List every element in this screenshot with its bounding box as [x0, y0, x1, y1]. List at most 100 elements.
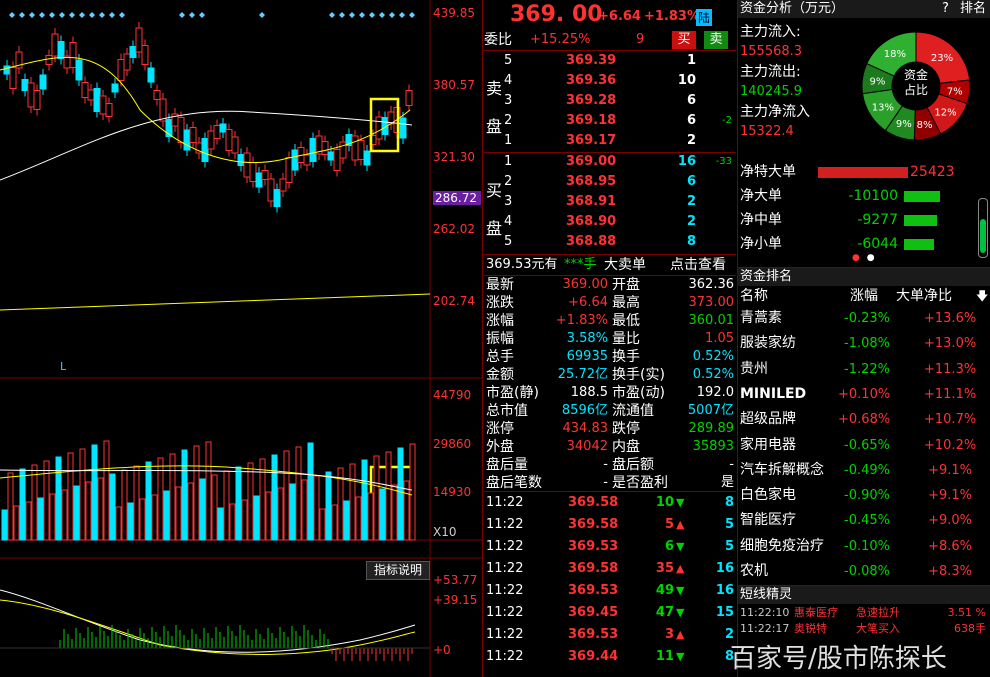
col-net[interactable]: 大单净比 [896, 285, 952, 307]
sector-name: 贵州 [740, 360, 768, 377]
page-dot-active[interactable]: ● [852, 253, 860, 263]
candle [279, 178, 287, 192]
shortline-row[interactable]: 11:22:17 奥锐特 大笔买入 638手 [738, 621, 990, 636]
ranking-row[interactable]: 白色家电 -0.90% +9.1% [738, 483, 990, 508]
candle [207, 130, 215, 150]
ranking-row[interactable]: 家用电器 -0.65% +10.2% [738, 433, 990, 458]
shortline-stock: 奥锐特 [794, 622, 827, 635]
sell-level-row[interactable]: 5 369.39 1 [484, 51, 736, 71]
event-marker [19, 12, 25, 18]
candle [309, 138, 317, 162]
sell-level-row[interactable]: 4 369.36 10 [484, 71, 736, 91]
net-flow-row: 净中单 -9277 [738, 209, 978, 232]
sell-volume: 6 [686, 113, 696, 128]
sector-name: MINILED [740, 385, 807, 402]
stat-value: 34042 [566, 439, 608, 454]
volume-bar [187, 482, 194, 541]
candle [267, 178, 275, 202]
flow-scrollbar[interactable] [978, 198, 988, 258]
col-change[interactable]: 涨幅 [850, 285, 878, 307]
sell-button[interactable]: 卖 [704, 31, 728, 49]
ranking-row[interactable]: 细胞免疫治疗 -0.10% +8.6% [738, 534, 990, 559]
volume-bar [175, 486, 182, 541]
volume-bar [403, 480, 410, 541]
page-dot[interactable]: ● [867, 253, 875, 263]
buy-level-row[interactable]: 4 368.90 2 [484, 212, 736, 232]
candle [201, 138, 209, 162]
volume-bar [289, 483, 296, 541]
weibi-label: 委比 [484, 32, 512, 48]
level-number: 3 [504, 93, 513, 108]
main-net-label: 主力净流入 [740, 104, 810, 120]
buy-level-row[interactable]: 5 368.88 8 [484, 232, 736, 252]
buy-level-row[interactable]: 3 368.91 2 [484, 192, 736, 212]
price-axis-label: 262.02 [433, 222, 475, 236]
quote-stat-row: 盘后笔数 - 是否盈利 是 [484, 474, 736, 492]
col-name[interactable]: 名称 [740, 285, 768, 307]
sector-change: -1.08% [844, 336, 890, 352]
volume-bar [37, 497, 44, 541]
candle [153, 90, 161, 100]
big-order-view-link[interactable]: 点击查看 [670, 255, 726, 275]
quote-stat-row: 总市值 8596亿 流通值 5007亿 [484, 402, 736, 420]
stat-value: 360.01 [688, 313, 735, 328]
sell-level-row[interactable]: 2 369.18 6 -2 [484, 111, 736, 131]
buy-button[interactable]: 买 [672, 31, 696, 49]
stat-value: 192.0 [696, 385, 734, 400]
fund-analysis-header: 资金分析（万元） ? 排名 [738, 0, 990, 18]
sector-name: 细胞免疫治疗 [740, 537, 824, 554]
stat-label: 涨幅 [486, 313, 514, 329]
watermark: 百家号/股市陈探长 [730, 644, 947, 674]
volume-bar [277, 487, 284, 541]
ranking-row[interactable]: 智能医疗 -0.45% +9.0% [738, 508, 990, 533]
stat-value: 5007亿 [687, 403, 734, 418]
ranking-row[interactable]: 超级品牌 +0.68% +10.7% [738, 407, 990, 432]
shortline-row[interactable]: 11:22:10 惠泰医疗 急速拉升 3.51 % [738, 605, 990, 620]
sector-change: -1.22% [844, 361, 890, 377]
ranking-row[interactable]: 服装家纺 -1.08% +13.0% [738, 331, 990, 356]
flow-label: 净中单 [740, 212, 782, 228]
candle [111, 83, 119, 93]
ranking-row[interactable]: 农机 -0.08% +8.3% [738, 559, 990, 584]
fund-analysis-title: 资金分析（万元） [740, 1, 845, 16]
candle [183, 129, 191, 151]
shortline-header: 短线精灵 [738, 585, 990, 604]
sell-level-row[interactable]: 3 369.28 6 [484, 91, 736, 111]
shortline-title: 短线精灵 [740, 587, 793, 602]
buy-level-row[interactable]: 2 368.95 6 [484, 172, 736, 192]
sort-down-icon[interactable]: 🡇 [976, 285, 988, 307]
ranking-row[interactable]: MINILED +0.10% +11.1% [738, 382, 990, 407]
main-outflow-value: 140245.9 [740, 84, 803, 99]
candle [147, 67, 155, 83]
tick-count: 5 [724, 517, 734, 532]
price-change: +6.64 [598, 9, 641, 24]
page-dots[interactable]: ● ● [852, 253, 875, 263]
volume-bar [169, 453, 176, 541]
indicator-help-button[interactable]: 指标说明 [366, 561, 430, 580]
volume-bar [283, 450, 290, 541]
candle [339, 141, 347, 159]
sell-level-row[interactable]: 1 369.17 2 [484, 131, 736, 151]
sell-volume: 2 [686, 133, 696, 148]
ranking-row[interactable]: 贵州 -1.22% +11.3% [738, 357, 990, 382]
volume-bar [109, 473, 116, 541]
ranking-row[interactable]: 青蒿素 -0.23% +13.6% [738, 306, 990, 331]
help-icon[interactable]: ? [942, 0, 949, 18]
sector-net: +9.1% [928, 488, 972, 504]
candle [105, 103, 113, 117]
sector-net: +8.3% [928, 564, 972, 579]
rank-link[interactable]: 排名 [960, 0, 986, 18]
candle [333, 149, 341, 171]
event-marker [9, 12, 15, 18]
tick-volume: 47 [655, 605, 674, 620]
ranking-row[interactable]: 汽车拆解概念 -0.49% +9.1% [738, 458, 990, 483]
buy-level-row[interactable]: 1 369.00 16 -33 [484, 152, 736, 172]
donut-center-text: 占比 [903, 83, 928, 97]
level-number: 2 [504, 113, 513, 128]
stat-label: 金额 [486, 367, 514, 383]
donut-slice-label: 12% [934, 108, 956, 119]
tick-row: 11:22 369.58 35 ▲ 16 [484, 558, 736, 580]
volume-bar [325, 471, 332, 541]
scroll-thumb[interactable] [980, 219, 986, 253]
big-order-bar[interactable]: 369.53元有 ***手 大卖单 点击查看 [484, 255, 736, 275]
